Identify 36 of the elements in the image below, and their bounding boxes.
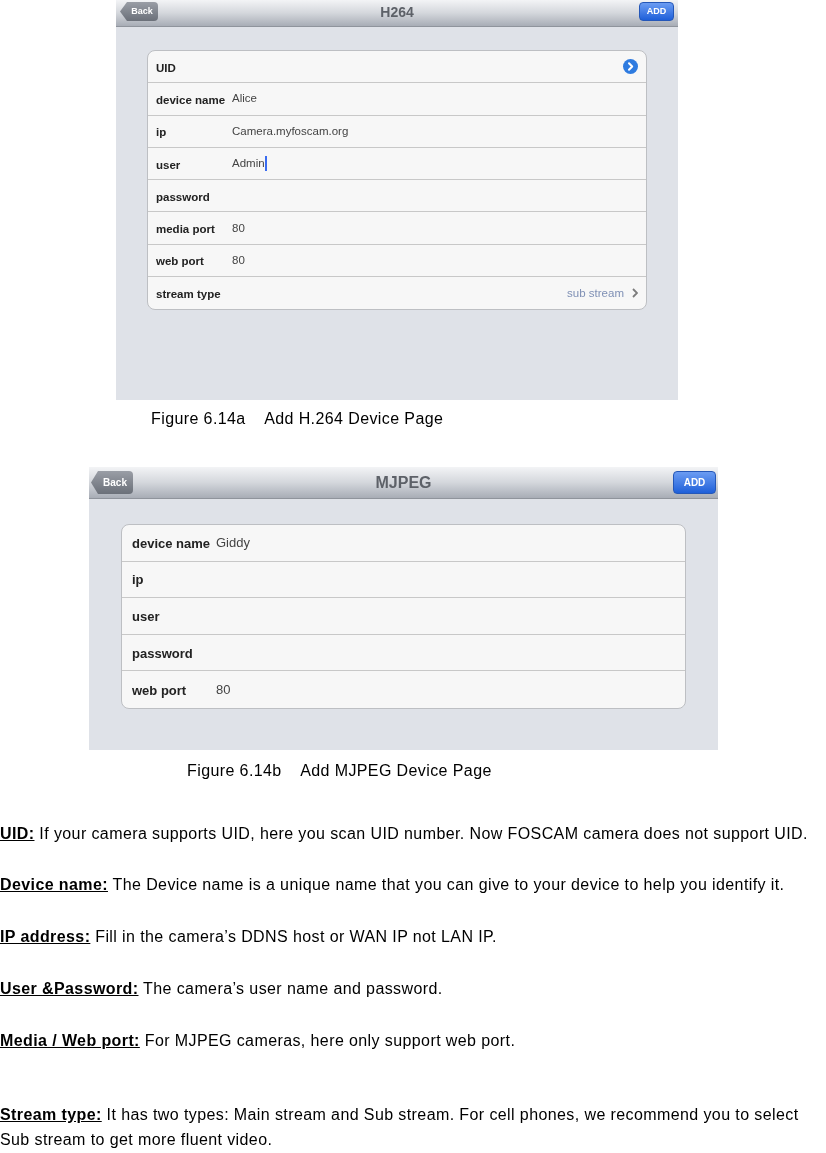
description-text: Device name: The Device name is a unique name that you can give to your device to help you identify it.	[0, 875, 786, 895]
input-field[interactable]: Camera.myfoscam.org	[232, 115, 646, 147]
field-label: device name	[156, 93, 226, 106]
add-button[interactable]: ADD	[673, 471, 716, 494]
field-label: web port	[156, 255, 204, 268]
nav-title: H264	[380, 3, 414, 22]
field-label: web port	[132, 682, 187, 698]
field-label: device name	[132, 535, 211, 551]
field-label: user	[156, 158, 181, 171]
field-label: user	[132, 609, 160, 624]
input-field[interactable]: Alice	[232, 83, 646, 115]
field-label: password	[156, 190, 210, 203]
description-text: Stream type: It has two types: Main stream and Sub stream. For cell phones, we recommend you to select Sub stream to get more fluent video.	[0, 1105, 800, 1150]
chevron-circle-icon[interactable]	[623, 59, 638, 75]
figure-caption: Figure 6.14a Add H.264 Device Page	[151, 410, 444, 427]
back-button[interactable]: Back	[120, 2, 158, 21]
input-field[interactable]: Admin	[232, 147, 646, 180]
add-button[interactable]: ADD	[639, 2, 674, 21]
input-field[interactable]: 80	[232, 244, 646, 277]
input-field[interactable]: Giddy	[216, 525, 685, 561]
field-label: media port	[156, 223, 215, 236]
field-label: ip	[156, 126, 167, 139]
field-label: password	[132, 645, 193, 661]
field-label: ip	[132, 572, 144, 588]
nav-title: MJPEG	[375, 472, 432, 493]
figure-caption: Figure 6.14b Add MJPEG Device Page	[187, 762, 492, 779]
back-button[interactable]: Back	[91, 471, 133, 494]
description-text: IP address: Fill in the camera’s DDNS host or WAN IP not LAN IP.	[0, 927, 498, 947]
field-label: UID	[156, 61, 176, 74]
field-label: stream type	[156, 288, 221, 301]
description-text: UID: If your camera supports UID, here you scan UID number. Now FOSCAM camera does not support UID.	[0, 824, 809, 844]
description-text: Media / Web port: For MJPEG cameras, here only support web port.	[0, 1031, 517, 1051]
chevron-right-icon	[632, 288, 638, 299]
input-field[interactable]: 80	[232, 212, 646, 244]
description-text: User &Password: The camera’s user name and password.	[0, 979, 444, 999]
input-field[interactable]: 80	[216, 671, 685, 708]
